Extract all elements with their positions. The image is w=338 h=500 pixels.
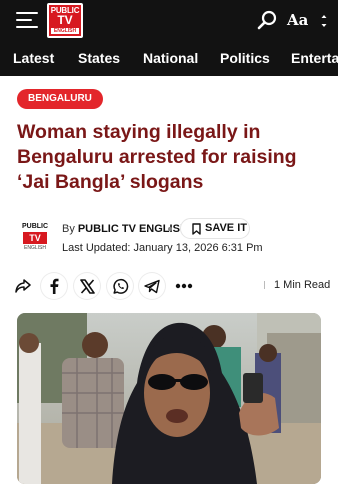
read-time-divider [264,281,265,289]
share-icon[interactable] [10,273,36,299]
hamburger-icon[interactable] [16,12,38,28]
whatsapp-icon[interactable] [107,273,133,299]
x-icon[interactable] [74,273,100,299]
article-headline: Woman staying illegally in Bengaluru arr… [17,121,297,193]
nav-item-national[interactable]: National [143,50,198,66]
separator-dot [168,227,172,231]
save-it-label: SAVE IT [205,222,247,234]
telegram-icon[interactable] [139,273,165,299]
nav-item-states[interactable]: States [78,50,120,66]
category-nav: Latest States National Politics Entertai [0,42,338,76]
top-app-bar: PUBLIC TV ENGLISH Aa [0,0,338,42]
byline-prefix: By [62,223,75,235]
nav-item-politics[interactable]: Politics [220,50,270,66]
last-updated: Last Updated: January 13, 2026 6:31 Pm [62,242,263,254]
publisher-logo[interactable]: PUBLIC TV ENGLISH [19,223,51,251]
nav-item-entertainment[interactable]: Entertai [291,50,338,66]
font-size-button[interactable]: Aa [287,11,327,31]
read-time: 1 Min Read [274,279,331,291]
font-size-icon [321,15,327,27]
category-badge[interactable]: BENGALURU [17,89,103,109]
bookmark-icon [192,223,201,235]
nav-item-latest[interactable]: Latest [13,50,54,66]
more-icon[interactable] [171,273,197,299]
article-photo[interactable] [17,313,321,484]
facebook-icon[interactable] [41,273,67,299]
search-icon[interactable] [256,10,278,32]
site-logo[interactable]: PUBLIC TV ENGLISH [47,3,83,38]
font-size-label: Aa [287,11,309,29]
save-it-button[interactable]: SAVE IT [180,218,250,239]
